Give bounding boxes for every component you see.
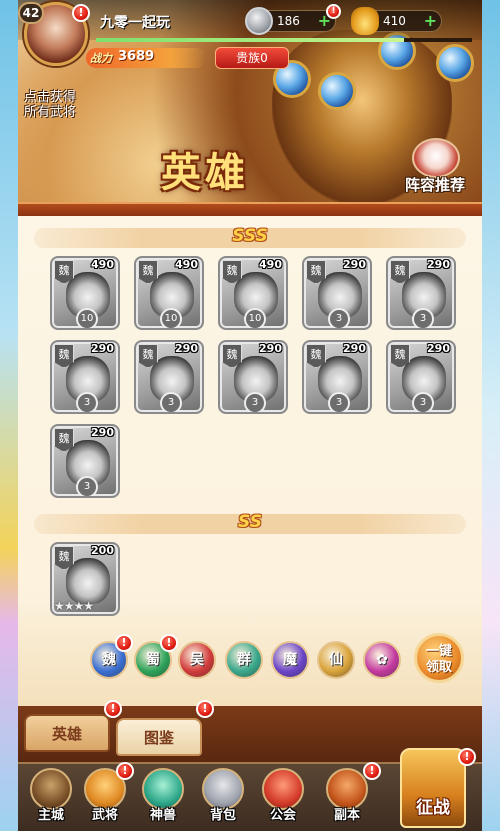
hero-card[interactable]: 魏 290 3 xyxy=(50,424,120,498)
faction-filter-qun[interactable]: 群 xyxy=(225,641,263,679)
noble-badge[interactable]: 贵族0 xyxy=(215,47,289,69)
tier-label-sss: SSS xyxy=(232,226,268,246)
hero-card[interactable]: 魏 290 3 xyxy=(302,340,372,414)
nav-label: 主城 xyxy=(37,808,64,823)
get-all-generals-tip[interactable]: 点击获得 所有武将 xyxy=(24,90,76,120)
claim-line-1: 一键 xyxy=(425,644,452,659)
add-ingots-button[interactable]: + xyxy=(424,12,437,30)
banner-title: 英雄 xyxy=(161,149,249,196)
hero-power: 290 xyxy=(343,258,366,271)
hero-level-badge: 10 xyxy=(160,308,182,328)
coin-icon xyxy=(245,7,273,35)
hero-stars: ★★★★ xyxy=(54,599,94,613)
hero-power: 490 xyxy=(91,258,114,271)
lineup-recommend-label[interactable]: 阵容推荐 xyxy=(405,174,465,195)
power-label: 战力 xyxy=(90,52,112,65)
faction-filter-mo[interactable]: 魔 xyxy=(271,641,309,679)
hero-power: 290 xyxy=(91,342,114,355)
coin-amount: 186 xyxy=(277,14,300,28)
notification-dot: ! xyxy=(72,4,90,22)
faction-filter-xian[interactable]: 仙 xyxy=(317,641,355,679)
hero-power: 290 xyxy=(175,342,198,355)
panel-top-border xyxy=(18,202,482,216)
ingot-amount: 410 xyxy=(383,14,406,28)
hero-portrait xyxy=(66,558,110,604)
hero-power: 490 xyxy=(259,258,282,271)
tab-codex[interactable]: 图鉴 xyxy=(116,718,202,756)
tip-line-2: 所有武将 xyxy=(24,105,77,120)
hero-card[interactable]: 魏 290 3 xyxy=(386,340,456,414)
player-name: 九零一起玩 xyxy=(100,15,170,31)
hero-level-badge: 3 xyxy=(412,392,434,412)
coin-currency: 186 + xyxy=(245,7,336,35)
hero-card[interactable]: 魏 490 10 xyxy=(50,256,120,330)
hero-card[interactable]: 魏 290 3 xyxy=(218,340,288,414)
notification-dot: ! xyxy=(326,4,341,19)
hero-level-badge: 3 xyxy=(328,308,350,328)
notification-dot: ! xyxy=(115,634,133,652)
nav-label: 背包 xyxy=(209,808,236,823)
hero-level-badge: 3 xyxy=(76,392,98,412)
battle-button[interactable]: 征战 xyxy=(400,748,466,828)
left-background-deco xyxy=(0,0,18,831)
tab-heroes[interactable]: 英雄 xyxy=(24,714,110,752)
hero-level-badge: 3 xyxy=(412,308,434,328)
hero-power: 290 xyxy=(91,426,114,439)
tip-line-1: 点击获得 xyxy=(24,90,77,105)
nav-label: 公会 xyxy=(269,808,296,823)
nav-main-city[interactable]: 主城 xyxy=(26,768,76,828)
faction-filter-special-icon[interactable]: ✿ xyxy=(363,641,401,679)
hero-level-badge: 3 xyxy=(160,392,182,412)
ingot-currency: 410 + xyxy=(351,7,442,35)
banner-orb-icon xyxy=(318,72,356,110)
hero-level-badge: 3 xyxy=(328,392,350,412)
exp-bar xyxy=(96,38,472,42)
power-value: 3689 xyxy=(118,49,155,64)
hero-power: 490 xyxy=(175,258,198,271)
hero-card[interactable]: 魏 490 10 xyxy=(134,256,204,330)
hero-card[interactable]: 魏 490 10 xyxy=(218,256,288,330)
hero-card[interactable]: 魏 290 3 xyxy=(302,256,372,330)
lineup-recommend-icon[interactable] xyxy=(412,138,460,178)
notification-dot: ! xyxy=(104,700,122,718)
tier-label-ss: SS xyxy=(238,512,262,532)
notification-dot: ! xyxy=(196,700,214,718)
nav-guild[interactable]: 公会 xyxy=(258,768,308,828)
banner-orb-icon xyxy=(436,44,474,82)
one-click-claim-button[interactable]: 一键 领取 xyxy=(414,633,464,683)
notification-dot: ! xyxy=(160,634,178,652)
hero-power: 290 xyxy=(427,258,450,271)
hero-level-badge: 3 xyxy=(244,392,266,412)
notification-dot: ! xyxy=(363,762,381,780)
hero-card[interactable]: 魏 290 3 xyxy=(386,256,456,330)
hero-power: 200 xyxy=(91,544,114,557)
notification-dot: ! xyxy=(458,748,476,766)
exp-bar-fill xyxy=(96,38,405,42)
gold-ingot-icon xyxy=(351,7,379,35)
hero-level-badge: 10 xyxy=(244,308,266,328)
nav-bag[interactable]: 背包 xyxy=(198,768,248,828)
hero-card[interactable]: 魏 200 ★★★★ xyxy=(50,542,120,616)
hero-card[interactable]: 魏 290 3 xyxy=(134,340,204,414)
notification-dot: ! xyxy=(116,762,134,780)
hero-power: 290 xyxy=(427,342,450,355)
hero-level-badge: 10 xyxy=(76,308,98,328)
hero-power: 290 xyxy=(259,342,282,355)
hero-card[interactable]: 魏 290 3 xyxy=(50,340,120,414)
right-background-deco xyxy=(482,0,500,831)
nav-divine-beasts[interactable]: 神兽 xyxy=(138,768,188,828)
faction-filter-wu[interactable]: 吴 xyxy=(178,641,216,679)
hero-power: 290 xyxy=(343,342,366,355)
nav-label: 武将 xyxy=(91,808,118,823)
hero-level-badge: 3 xyxy=(76,476,98,496)
player-level-badge: 42 xyxy=(18,2,44,24)
nav-label: 神兽 xyxy=(149,808,176,823)
nav-label: 副本 xyxy=(333,808,360,823)
claim-line-2: 领取 xyxy=(425,660,452,675)
battle-label: 征战 xyxy=(416,798,450,818)
